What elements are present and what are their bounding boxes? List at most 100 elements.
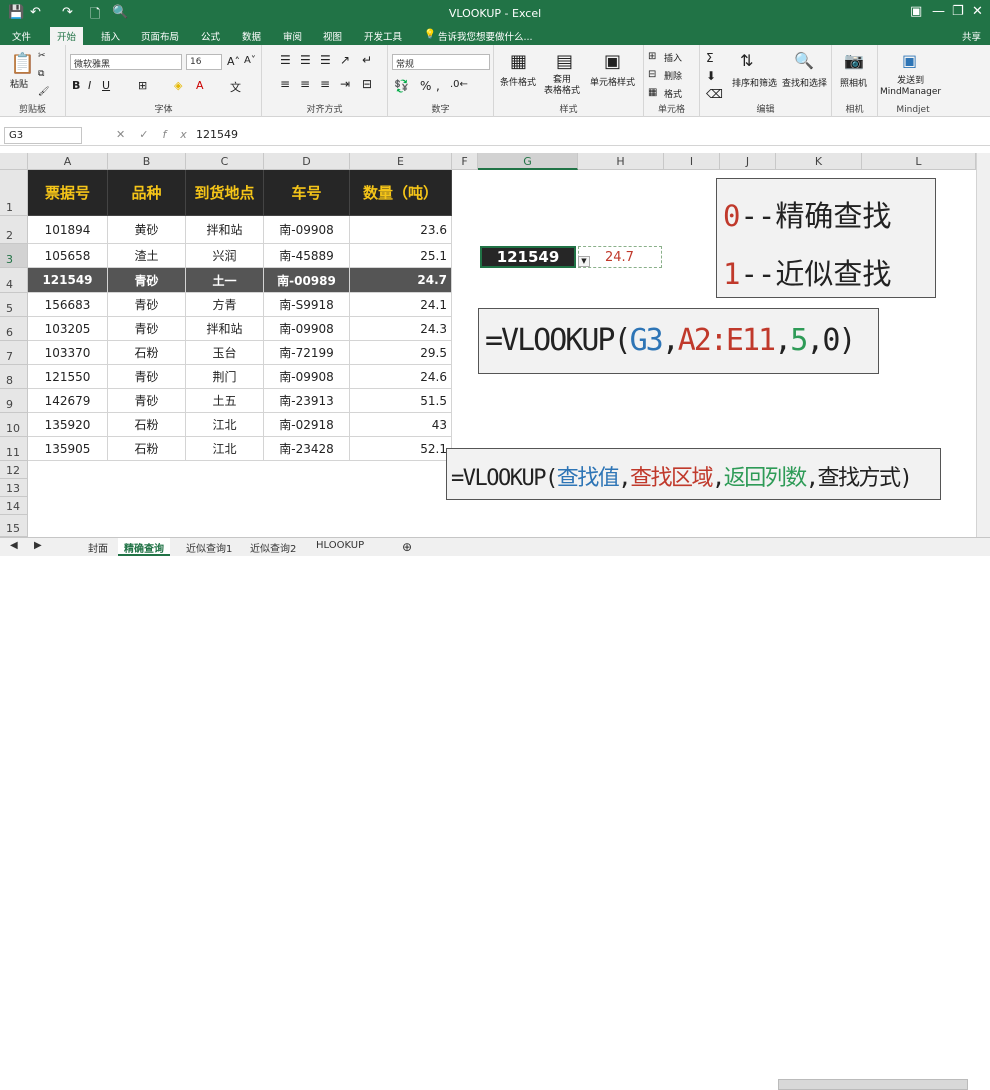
table-header-cell[interactable]: 品种	[108, 170, 186, 216]
tab-data[interactable]: 数据	[242, 29, 261, 43]
table-cell[interactable]: 兴润	[186, 244, 264, 268]
row-header-2[interactable]: 2	[0, 216, 28, 244]
align-top-icon[interactable]: ☰	[280, 53, 291, 67]
insert-cells-icon[interactable]: ⊞	[648, 51, 656, 62]
number-format-select[interactable]: 常规	[392, 54, 490, 70]
table-cell[interactable]: 拌和站	[186, 317, 264, 341]
row-header-9[interactable]: 9	[0, 389, 28, 413]
camera-button[interactable]: 照相机	[840, 76, 867, 89]
table-cell[interactable]: 101894	[28, 216, 108, 244]
sheet-tab-approx1[interactable]: 近似查询1	[186, 540, 232, 555]
table-cell[interactable]: 29.5	[350, 341, 452, 365]
table-cell[interactable]: 52.1	[350, 437, 452, 461]
row-header-1[interactable]: 1	[0, 170, 28, 216]
table-cell[interactable]: 103370	[28, 341, 108, 365]
close-icon[interactable]: ✕	[972, 4, 983, 19]
column-header-f[interactable]: F	[452, 153, 478, 170]
table-cell[interactable]: 南-23428	[264, 437, 350, 461]
column-header-k[interactable]: K	[776, 153, 862, 170]
table-header-cell[interactable]: 到货地点	[186, 170, 264, 216]
column-header-j[interactable]: J	[720, 153, 776, 170]
name-box[interactable]: G3	[4, 127, 82, 144]
table-header-cell[interactable]: 票据号	[28, 170, 108, 216]
lookup-input-cell[interactable]: 121549	[480, 246, 576, 268]
cell-style-button[interactable]: 单元格样式	[590, 75, 635, 88]
table-cell[interactable]: 青砂	[108, 389, 186, 413]
column-header-d[interactable]: D	[264, 153, 350, 170]
wrap-text-icon[interactable]: ↵	[362, 53, 372, 67]
tab-view[interactable]: 视图	[323, 29, 342, 43]
table-cell[interactable]: 103205	[28, 317, 108, 341]
row-header-12[interactable]: 12	[0, 461, 28, 479]
column-header-i[interactable]: I	[664, 153, 720, 170]
table-cell[interactable]: 25.1	[350, 244, 452, 268]
comma-icon[interactable]: ,	[436, 79, 440, 93]
align-center-icon[interactable]: ≡	[300, 77, 310, 91]
copy-icon[interactable]: ⧉	[38, 69, 44, 79]
font-color-icon[interactable]: A	[196, 79, 204, 92]
italic-icon[interactable]: I	[88, 79, 91, 92]
table-cell[interactable]: 青砂	[108, 293, 186, 317]
highlighted-cell[interactable]: 南-00989	[264, 268, 350, 293]
find-select-icon[interactable]: 🔍	[794, 51, 814, 70]
tab-home[interactable]: 开始	[50, 27, 84, 45]
phonetic-icon[interactable]: 文	[230, 79, 241, 95]
cell-style-icon[interactable]: ▣	[604, 51, 621, 72]
column-header-a[interactable]: A	[28, 153, 108, 170]
table-cell[interactable]: 142679	[28, 389, 108, 413]
restore-icon[interactable]: ❐	[952, 4, 964, 19]
table-cell[interactable]: 105658	[28, 244, 108, 268]
delete-cells-button[interactable]: 删除	[664, 69, 682, 82]
add-sheet-icon[interactable]: ⊕	[402, 540, 412, 554]
format-cells-icon[interactable]: ▦	[648, 87, 657, 98]
table-cell[interactable]: 拌和站	[186, 216, 264, 244]
table-cell[interactable]: 青砂	[108, 365, 186, 389]
mindmanager-icon[interactable]: ▣	[902, 51, 917, 70]
horizontal-scrollbar[interactable]	[778, 1079, 968, 1090]
table-cell[interactable]: 南-45889	[264, 244, 350, 268]
row-header-3[interactable]: 3	[0, 244, 28, 268]
column-header-l[interactable]: L	[862, 153, 976, 170]
autosum-icon[interactable]: Σ	[706, 51, 714, 65]
row-header-10[interactable]: 10	[0, 413, 28, 437]
table-cell[interactable]: 南-09908	[264, 317, 350, 341]
cut-icon[interactable]: ✂	[38, 51, 46, 61]
sheet-tab-exact[interactable]: 精确查询	[118, 538, 170, 556]
currency-icon[interactable]: 💱	[394, 79, 409, 93]
row-header-15[interactable]: 15	[0, 515, 28, 537]
underline-icon[interactable]: U	[102, 79, 110, 92]
column-header-c[interactable]: C	[186, 153, 264, 170]
tab-review[interactable]: 审阅	[283, 29, 302, 43]
increase-decimal-icon[interactable]: .0←	[450, 79, 468, 90]
font-name-select[interactable]: 微软雅黑	[70, 54, 182, 70]
table-cell[interactable]: 135920	[28, 413, 108, 437]
table-cell[interactable]: 156683	[28, 293, 108, 317]
ribbon-options-icon[interactable]: ▣	[910, 4, 922, 19]
align-middle-icon[interactable]: ☰	[300, 53, 311, 67]
column-header-b[interactable]: B	[108, 153, 186, 170]
row-header-7[interactable]: 7	[0, 341, 28, 365]
minimize-icon[interactable]: —	[932, 4, 945, 19]
column-header-g[interactable]: G	[478, 153, 578, 170]
row-header-5[interactable]: 5	[0, 293, 28, 317]
formula-input[interactable]: 121549	[196, 128, 238, 141]
highlighted-cell[interactable]: 青砂	[108, 268, 186, 293]
table-format-icon[interactable]: ▤	[556, 51, 573, 72]
border-icon[interactable]: ⊞	[138, 79, 147, 92]
vertical-scrollbar[interactable]	[976, 153, 990, 537]
clear-icon[interactable]: ⌫	[706, 87, 723, 101]
table-cell[interactable]: 51.5	[350, 389, 452, 413]
row-header-13[interactable]: 13	[0, 479, 28, 497]
table-cell[interactable]: 石粉	[108, 341, 186, 365]
column-header-e[interactable]: E	[350, 153, 452, 170]
tab-formulas[interactable]: 公式	[201, 29, 220, 43]
highlighted-cell[interactable]: 121549	[28, 268, 108, 293]
sheet-tab-hlookup[interactable]: HLOOKUP	[316, 540, 364, 551]
table-cell[interactable]: 135905	[28, 437, 108, 461]
table-cell[interactable]: 南-72199	[264, 341, 350, 365]
row-header-8[interactable]: 8	[0, 365, 28, 389]
table-cell[interactable]: 江北	[186, 413, 264, 437]
table-cell[interactable]: 24.1	[350, 293, 452, 317]
table-cell[interactable]: 黄砂	[108, 216, 186, 244]
format-painter-icon[interactable]: 🖌	[38, 87, 49, 97]
